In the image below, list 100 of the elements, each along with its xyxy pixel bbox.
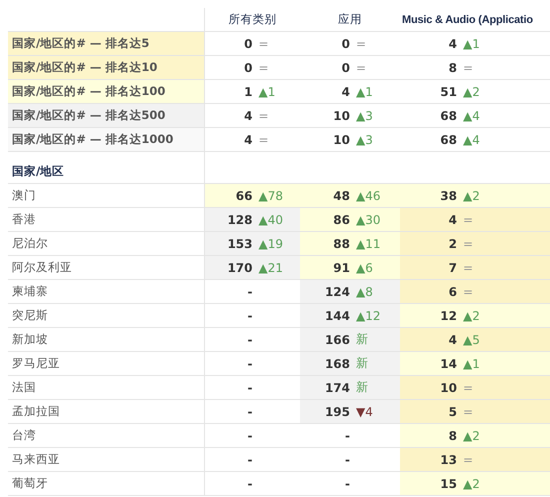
rank-change: ▲2 xyxy=(463,308,480,322)
rank-value: - xyxy=(344,476,350,490)
rank-change: = xyxy=(463,236,474,250)
rank-change: = xyxy=(463,60,474,74)
rank-change: ▲40 xyxy=(258,212,283,226)
rank-value: 15 xyxy=(439,476,457,490)
rank-change: ▲11 xyxy=(356,236,380,250)
rank-value: 195 xyxy=(324,404,350,418)
rank-change: ▲2 xyxy=(463,428,480,442)
rank-change: ▲5 xyxy=(463,332,480,346)
rank-change: ▲6 xyxy=(356,260,373,274)
rank-change: ▲30 xyxy=(356,212,380,226)
rank-change: ▲2 xyxy=(463,84,480,98)
rank-value: 124 xyxy=(324,284,350,298)
rank-value: 166 xyxy=(324,332,350,346)
rank-value: - xyxy=(246,428,252,442)
rank-value: 128 xyxy=(226,212,252,226)
rank-change: ▲12 xyxy=(356,308,380,322)
rank-value: 7 xyxy=(448,260,457,274)
rank-change: = xyxy=(356,60,366,74)
rank-value: 51 xyxy=(439,84,457,98)
rank-value: 38 xyxy=(439,188,457,202)
section-title: 国家/地区 xyxy=(8,160,205,183)
rank-change: ▲19 xyxy=(258,236,283,250)
row-label: 国家/地区的# — 排名达5 xyxy=(8,32,205,55)
rank-value: 0 xyxy=(340,36,350,50)
rank-change: ▲1 xyxy=(258,84,276,98)
rank-value: - xyxy=(246,404,252,418)
rank-change: ▲1 xyxy=(463,36,480,50)
rank-value: 4 xyxy=(243,108,252,122)
rank-value: 8 xyxy=(448,60,457,74)
rank-value: 14 xyxy=(439,356,457,370)
rank-change: ▲4 xyxy=(463,108,480,122)
rank-change: ▲3 xyxy=(356,132,373,146)
row-label: 国家/地区的# — 排名达500 xyxy=(8,104,205,127)
rank-value: 0 xyxy=(243,36,252,50)
rank-value: 8 xyxy=(448,428,457,442)
rank-value: 13 xyxy=(439,452,457,466)
rank-change: ▲4 xyxy=(463,132,480,146)
rank-value: - xyxy=(344,452,350,466)
rank-change: = xyxy=(258,132,269,146)
rank-value: 68 xyxy=(439,108,457,122)
rank-value: 10 xyxy=(332,108,350,122)
rank-change: ▲21 xyxy=(258,260,283,274)
rank-value: 153 xyxy=(226,236,252,250)
rank-value: 4 xyxy=(448,212,457,226)
rank-change: = xyxy=(463,284,474,298)
row-label: 国家/地区的# — 排名达100 xyxy=(8,80,205,103)
rank-value: 170 xyxy=(226,260,252,274)
rank-value: 0 xyxy=(340,60,350,74)
rank-value: 144 xyxy=(324,308,350,322)
rank-value: 12 xyxy=(439,308,457,322)
rank-value: 88 xyxy=(332,236,350,250)
rank-value: 6 xyxy=(448,284,457,298)
rank-value: - xyxy=(246,284,252,298)
rank-value: 4 xyxy=(448,36,457,50)
rank-change: ▲2 xyxy=(463,476,480,490)
rank-value: 4 xyxy=(340,84,350,98)
rank-change: = xyxy=(463,212,474,226)
rank-value: - xyxy=(246,308,252,322)
row-label: 国家/地区的# — 排名达10 xyxy=(8,56,205,79)
rank-value: - xyxy=(344,428,350,442)
rank-value: 91 xyxy=(332,260,350,274)
rank-change: ▲2 xyxy=(463,188,480,202)
rank-change: ▲3 xyxy=(356,108,373,122)
rank-value: 1 xyxy=(243,84,252,98)
rank-change: 新 xyxy=(356,380,368,394)
rank-change: 新 xyxy=(356,356,368,370)
rank-value: 2 xyxy=(448,236,457,250)
rank-change: = xyxy=(258,60,269,74)
rank-change: = xyxy=(463,260,474,274)
rank-value: 48 xyxy=(332,188,350,202)
column-header: Music & Audio (Applicatio xyxy=(402,14,533,26)
rank-value: 0 xyxy=(243,60,252,74)
rank-value: - xyxy=(246,356,252,370)
rank-value: 168 xyxy=(324,356,350,370)
rank-change: ▲8 xyxy=(356,284,373,298)
rank-change: ▲1 xyxy=(463,356,480,370)
column-header: 所有类别 xyxy=(228,12,276,27)
rank-change: = xyxy=(258,36,269,50)
rank-change: ▲1 xyxy=(356,84,373,98)
rank-value: 4 xyxy=(243,132,252,146)
rank-change: = xyxy=(463,380,474,394)
rank-change: = xyxy=(258,108,269,122)
rank-value: 4 xyxy=(448,332,457,346)
row-label: 国家/地区的# — 排名达1000 xyxy=(8,128,205,151)
rank-value: 10 xyxy=(332,132,350,146)
column-header: 应用 xyxy=(338,12,362,27)
rank-value: - xyxy=(246,452,252,466)
rank-change: 新 xyxy=(356,332,368,346)
rank-value: 68 xyxy=(439,132,457,146)
rank-value: 5 xyxy=(448,404,457,418)
rank-value: 10 xyxy=(439,380,457,394)
rank-value: - xyxy=(246,476,252,490)
rank-value: - xyxy=(246,332,252,346)
rank-change: = xyxy=(356,36,366,50)
rank-value: 174 xyxy=(324,380,350,394)
rank-change: ▼4 xyxy=(356,404,373,418)
rank-change: ▲78 xyxy=(258,188,283,202)
rank-value: 86 xyxy=(332,212,350,226)
